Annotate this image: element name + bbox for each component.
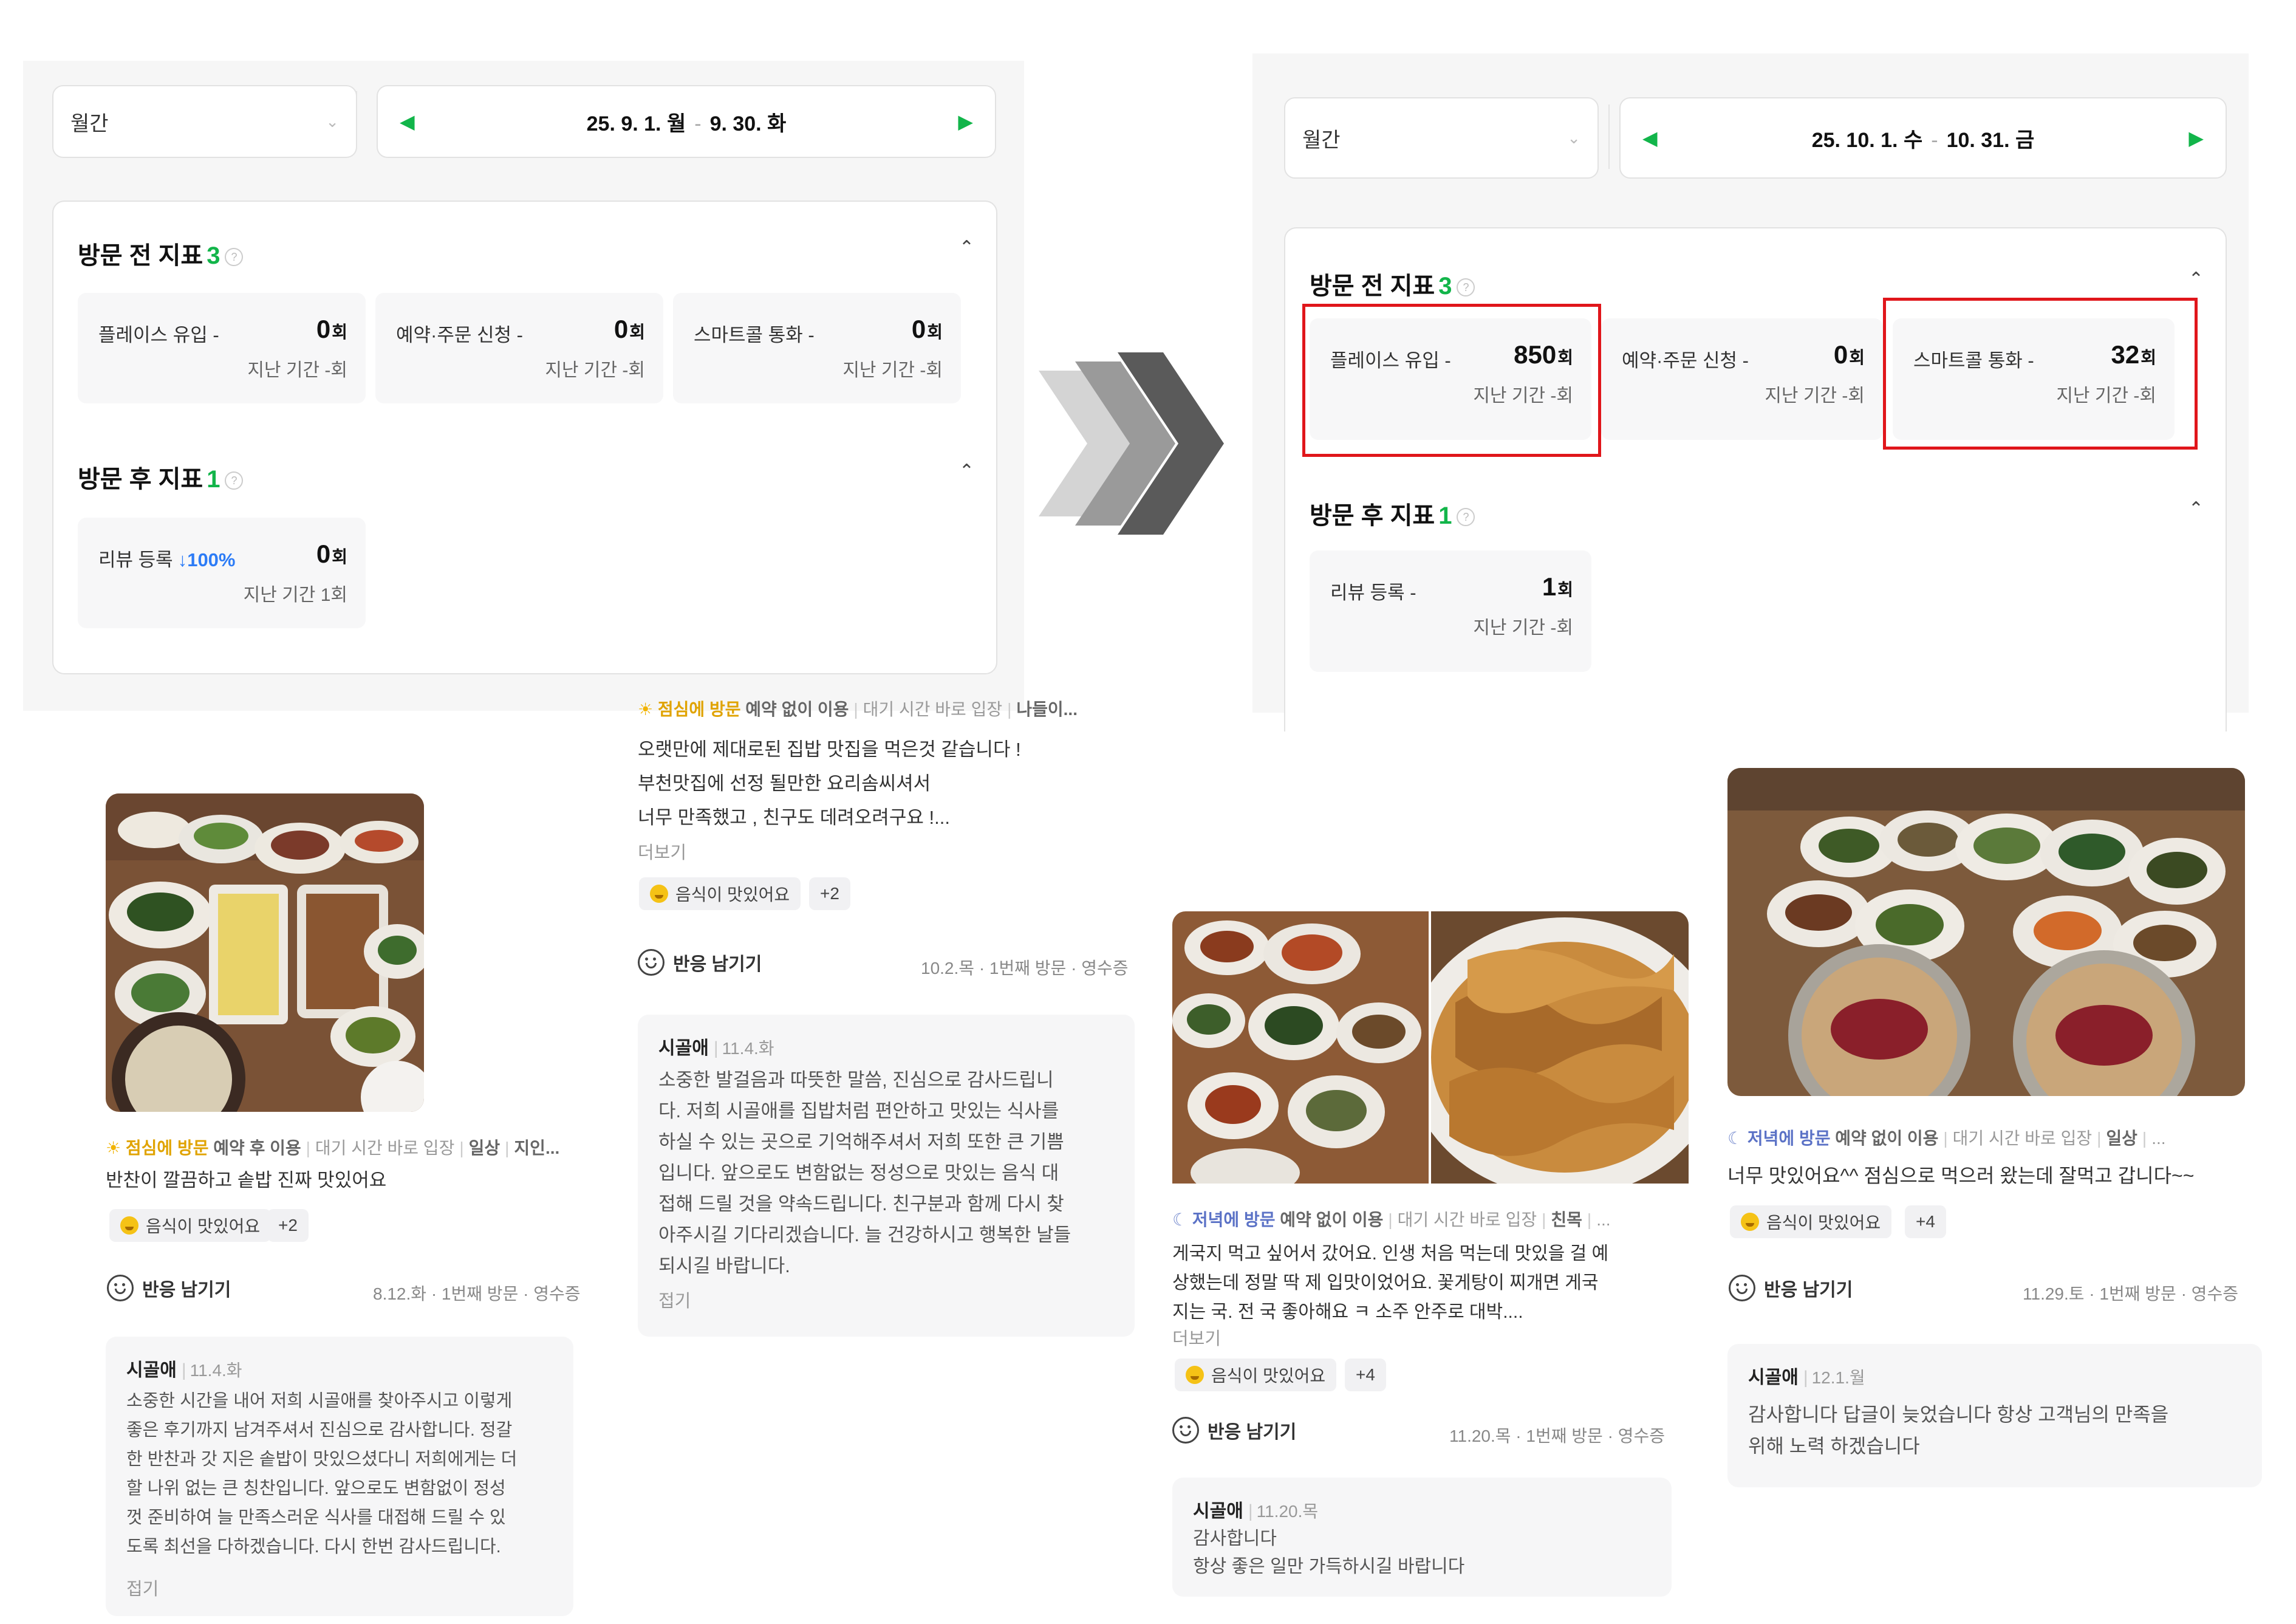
keyword-chip: 음식이 맛있어요 [1175,1358,1337,1391]
react-button[interactable]: 반응 남기기 [1172,1417,1296,1444]
period-select[interactable]: 월간 ⌄ [52,85,357,158]
post-visit-title: 방문 후 지표 1? [1310,496,1475,531]
smile-icon [1172,1417,1199,1444]
collapse-caret-icon[interactable]: ⌃ [2188,498,2204,519]
prev-period-arrow-icon[interactable]: ◀ [400,110,415,133]
metric-tile-review: 리뷰 등록 - 1회 지난 기간 -회 [1310,550,1591,672]
more-link[interactable]: 더보기 [638,838,686,864]
metric-tile-reservation: 예약·주문 신청 - 0회 지난 기간 -회 [375,293,663,403]
next-period-arrow-icon[interactable]: ▶ [958,110,973,133]
highlight-box-place-inflow [1302,304,1601,457]
more-link[interactable]: 더보기 [1172,1324,1221,1350]
prev-period-arrow-icon[interactable]: ◀ [1642,126,1658,149]
review-text: 게국지 먹고 싶어서 갔어요. 인생 처음 먹는데 맛있을 걸 예 상했는데 정말… [1172,1244,1609,1322]
review-meta: ☾ 저녁에 방문 예약 없이 이용 | 대기 시간 바로 입장 | 친목 |... [1172,1210,1611,1229]
smile-emoji-icon [1741,1213,1759,1231]
metric-tile-review: 리뷰 등록 ↓100% 0회 지난 기간 1회 [78,518,366,628]
collapse-link[interactable]: 접기 [126,1575,159,1600]
visit-info: 10.2.목 · 1번째 방문 · 영수증 [921,959,1129,978]
left-dashboard: 월간 ⌄ ◀ 25. 9. 1. 월 -9. 30. 화 ▶ 방문 전 지표 3? … [23,61,1024,711]
review-text: 오랫만에 제대로된 집밥 맛집을 먹은것 같습니다 ! 부천맛집에 선정 될만한 … [638,739,1021,828]
smile-emoji-icon [1186,1366,1204,1384]
keyword-chip: 음식이 맛있어요 [639,877,801,910]
date-range-nav: ◀ 25. 10. 1. 수 -10. 31. 금 ▶ [1619,97,2227,179]
collapse-link[interactable]: 접기 [658,1287,691,1312]
date-range-label: 25. 9. 1. 월 -9. 30. 화 [586,112,787,135]
divider [1608,104,1610,169]
keyword-chip: 음식이 맛있어요 [1730,1205,1892,1238]
help-icon: ? [225,471,244,490]
collapse-caret-icon[interactable]: ⌃ [959,461,974,482]
highlight-box-smartcall [1883,298,2198,450]
review-text: 너무 맛있어요^^ 점심으로 먹으러 왔는데 잘먹고 갑니다~~ [1727,1165,2195,1187]
review-photo[interactable] [1431,911,1689,1184]
react-button[interactable]: 반응 남기기 [638,949,762,976]
moon-icon: ☾ [1172,1210,1188,1229]
smile-emoji-icon [650,885,668,903]
smile-icon [638,949,665,976]
smile-emoji-icon [120,1216,138,1235]
collapse-caret-icon[interactable]: ⌃ [959,237,974,258]
moon-icon: ☾ [1727,1129,1743,1148]
react-button[interactable]: 반응 남기기 [1729,1275,1853,1301]
review-meta: ☀ 점심에 방문 예약 없이 이용 | 대기 시간 바로 입장 | 나들이... [638,700,1078,719]
react-button[interactable]: 반응 남기기 [107,1275,231,1301]
post-visit-title: 방문 후 지표 1? [78,459,244,495]
sun-icon: ☀ [638,700,654,719]
collapse-caret-icon[interactable]: ⌃ [2188,269,2204,290]
help-icon: ? [225,248,244,267]
chevron-down-icon: ⌄ [1567,128,1580,147]
review-photo[interactable] [1727,768,2245,1096]
sun-icon: ☀ [106,1139,121,1157]
smile-icon [1729,1275,1755,1301]
metric-tile-place-inflow: 플레이스 유입 - 0회 지난 기간 -회 [78,293,366,403]
visit-info: 11.29.토 · 1번째 방문 · 영수증 [2023,1284,2238,1303]
owner-reply: 시골애 | 12.1.월 감사합니다 답글이 늦었습니다 항상 고객님의 만족을 위해… [1727,1344,2262,1487]
period-select-value: 월간 [70,112,109,135]
visit-info: 8.12.화 · 1번째 방문 · 영수증 [373,1284,581,1303]
keyword-more-chip[interactable]: +2 [809,877,850,910]
review-text: 반찬이 깔끔하고 솥밥 진짜 맛있어요 [106,1170,387,1191]
review-meta: ☀ 점심에 방문 예약 후 이용 | 대기 시간 바로 입장 | 일상 | 지인... [106,1139,560,1157]
chevron-down-icon: ⌄ [326,112,339,131]
period-select[interactable]: 월간 ⌄ [1284,97,1599,179]
pre-visit-title: 방문 전 지표 3? [78,236,244,271]
metric-tile-smartcall: 스마트콜 통화 - 0회 지난 기간 -회 [673,293,961,403]
metrics-card: 방문 전 지표 3? ⌃ 플레이스 유입 - 0회 지난 기간 -회 예약·주문 … [52,200,997,674]
help-icon: ? [1457,278,1475,297]
keyword-chip: 음식이 맛있어요 [109,1209,272,1242]
keyword-more-chip[interactable]: +4 [1905,1205,1946,1238]
visit-info: 11.20.목 · 1번째 방문 · 영수증 [1449,1427,1665,1445]
transition-arrow-icon [1039,352,1224,535]
date-range-label: 25. 10. 1. 수 -10. 31. 금 [1811,128,2035,152]
help-icon: ? [1457,508,1475,527]
date-range-nav: ◀ 25. 9. 1. 월 -9. 30. 화 ▶ [377,85,996,158]
review-photo[interactable] [1172,911,1429,1184]
keyword-more-chip[interactable]: +4 [1345,1358,1386,1391]
owner-reply: 시골애 | 11.4.화 소중한 발걸음과 따뜻한 말씀, 진심으로 감사드립니 다.… [638,1015,1135,1337]
review-meta: ☾ 저녁에 방문 예약 없이 이용 | 대기 시간 바로 입장 | 일상 |... [1727,1129,2166,1148]
next-period-arrow-icon[interactable]: ▶ [2188,126,2204,149]
owner-reply: 시골애 | 11.20.목 감사합니다 항상 좋은 일만 가득하시길 바랍니다 [1172,1478,1672,1597]
review-photo[interactable] [106,793,424,1112]
divider [356,91,357,147]
period-select-value: 월간 [1302,128,1341,152]
metric-tile-reservation: 예약·주문 신청 - 0회 지난 기간 -회 [1601,318,1883,440]
owner-reply: 시골애 | 11.4.화 소중한 시간을 내어 저희 시골애를 찾아주시고 이렇게 좋… [106,1337,573,1616]
pre-visit-title: 방문 전 지표 3? [1310,266,1475,301]
smile-icon [107,1275,134,1301]
keyword-more-chip[interactable]: +2 [267,1209,309,1242]
